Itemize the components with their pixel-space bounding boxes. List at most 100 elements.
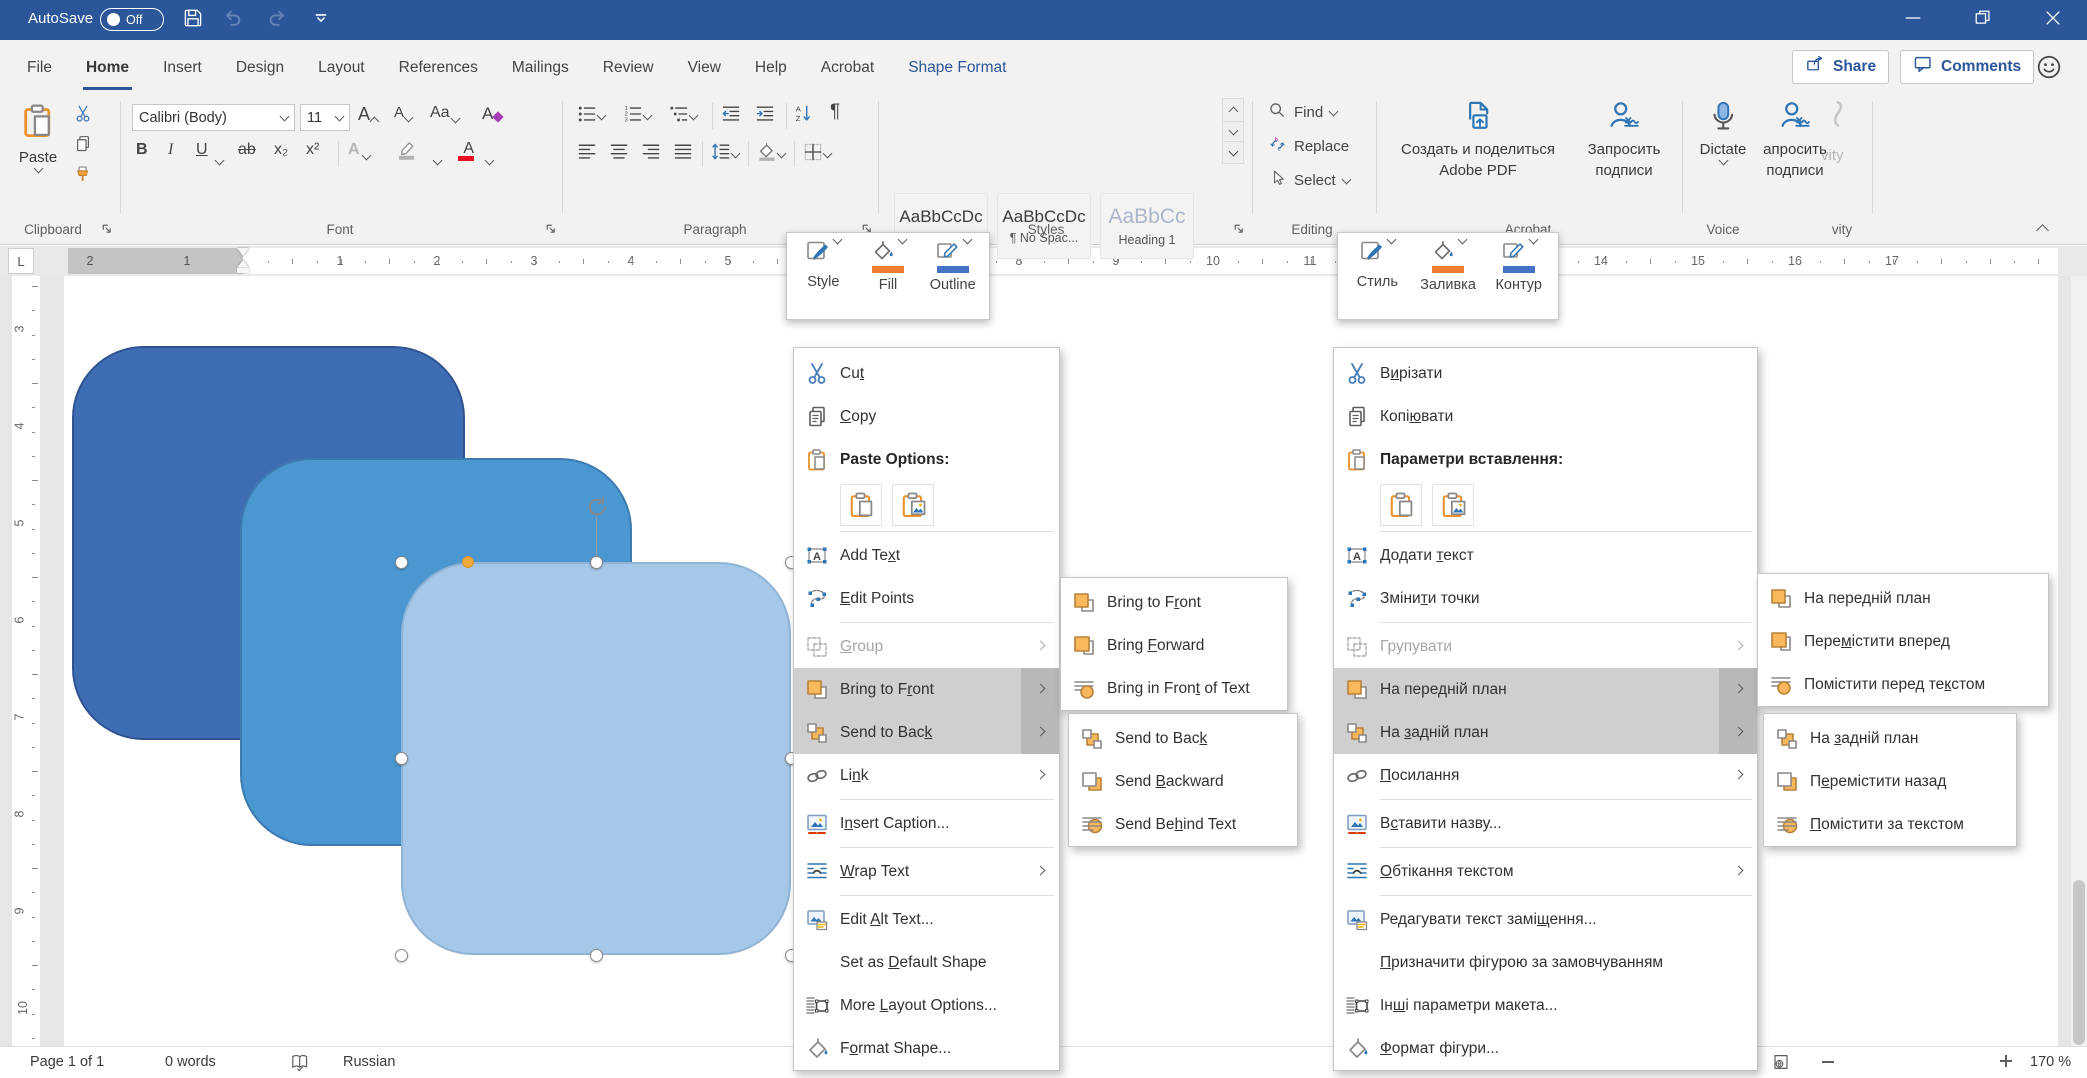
text-effects-button[interactable]: A [348,141,370,159]
tab-review[interactable]: Review [586,41,671,94]
selection-handle-0[interactable] [395,556,408,569]
request-signatures-button[interactable]: Запросить подписи [1572,99,1676,181]
web-layout-button[interactable] [1772,1053,1790,1075]
shape-adjust-handle[interactable] [462,556,474,568]
menu-item-format-shape[interactable]: Формат фігури... [1334,1027,1757,1070]
highlight-color-button[interactable] [396,139,419,167]
menu-item-bring-forward[interactable]: Bring Forward [1061,624,1287,667]
format-painter-button[interactable] [68,163,98,189]
first-line-indent-marker[interactable] [237,248,249,256]
share-button[interactable]: Share [1792,50,1889,84]
subscript-button[interactable]: x₂ [274,141,288,159]
shading-button[interactable] [756,141,785,168]
bold-button[interactable]: B [136,141,148,159]
undo-button[interactable] [218,6,248,34]
justify-button[interactable] [672,141,694,168]
tab-layout[interactable]: Layout [301,41,382,94]
tab-view[interactable]: View [671,41,738,94]
highlight-dropdown[interactable] [434,151,441,169]
selection-handle-6[interactable] [590,949,603,962]
menu-item-more-layout-options[interactable]: More Layout Options... [794,984,1059,1027]
menu-item-send-behind-text[interactable]: Помістити за текстом [1764,803,2016,846]
customize-quick-access-button[interactable] [306,6,336,34]
align-right-button[interactable] [640,141,662,168]
menu-item-bring-to-front[interactable]: Bring to Front [1061,581,1287,624]
shape-rounded-rectangle-front-selected[interactable] [401,562,791,955]
menu-item-edit-points[interactable]: Edit Points [794,577,1059,620]
increase-indent-button[interactable] [754,103,776,130]
close-button[interactable] [2024,0,2082,40]
comments-button[interactable]: Comments [1900,50,2034,84]
menu-item-add-text[interactable]: AAdd Text [794,534,1059,577]
menu-item-add-text[interactable]: AДодати текст [1334,534,1757,577]
shape-fill-button[interactable]: Fill [856,239,921,315]
font-color-button[interactable]: A [458,141,474,161]
menu-item-set-default-shape[interactable]: Призначити фігурою за замовчуванням [1334,941,1757,984]
menu-item-send-backward[interactable]: Send Backward [1069,760,1297,803]
tab-file[interactable]: File [10,41,69,94]
menu-item-set-default-shape[interactable]: Set as Default Shape [794,941,1059,984]
cut-button[interactable] [68,103,98,129]
selection-handle-3[interactable] [395,752,408,765]
feedback-smiley-button[interactable] [2036,54,2062,85]
menu-item-send-backward[interactable]: Перемістити назад [1764,760,2016,803]
zoom-level[interactable]: 170 % [2030,1054,2071,1070]
styles-dialog-launcher[interactable] [1232,222,1248,238]
menu-item-more-layout-options[interactable]: Інші параметри макета... [1334,984,1757,1027]
copy-button[interactable] [68,133,98,159]
font-dialog-launcher[interactable] [544,222,560,238]
menu-item-send-to-back[interactable]: На задній план [1334,711,1757,754]
tab-selector[interactable]: L [8,248,34,274]
numbering-button[interactable]: 123 [622,103,651,130]
tab-home[interactable]: Home [69,41,146,94]
decrease-indent-button[interactable] [720,103,742,130]
strikethrough-button[interactable]: ab [238,141,256,159]
zoom-out-button[interactable] [1822,1061,1834,1063]
language-indicator[interactable]: Russian [343,1054,395,1070]
menu-item-send-to-back[interactable]: На задній план [1764,717,2016,760]
menu-item-send-to-back[interactable]: Send to Back [794,711,1059,754]
rotate-handle[interactable] [585,494,609,523]
shape-outline-button[interactable]: Outline [920,239,985,315]
underline-dropdown[interactable] [216,151,223,169]
zoom-in-button[interactable] [2000,1055,2012,1067]
font-family-combobox[interactable]: Calibri (Body) [132,104,295,131]
menu-item-insert-caption[interactable]: Вставити назву... [1334,802,1757,845]
clipboard-dialog-launcher[interactable] [100,222,116,238]
minimize-button[interactable] [1884,0,1942,40]
menu-item-cut[interactable]: Вирізати [1334,352,1757,395]
align-left-button[interactable] [576,141,598,168]
menu-item-copy[interactable]: Копіювати [1334,395,1757,438]
select-button[interactable]: Select [1268,169,1350,192]
hanging-indent-marker[interactable] [237,260,249,268]
change-case-button[interactable]: Aa [430,104,459,122]
menu-item-paste-options[interactable]: Параметри вставлення: [1334,438,1757,481]
tab-insert[interactable]: Insert [146,41,219,94]
tab-acrobat[interactable]: Acrobat [804,41,891,94]
dictate-button[interactable]: Dictate [1692,99,1754,164]
selection-handle-5[interactable] [395,949,408,962]
request-signatures-overlap-button[interactable]: апросить подписи [1756,99,1834,181]
menu-item-bring-to-front[interactable]: На передній план [1758,577,2048,620]
collapse-ribbon-button[interactable] [2038,222,2047,240]
superscript-button[interactable]: x² [306,141,319,159]
styles-scroll-down-button[interactable] [1223,121,1243,142]
styles-scroll-up-button[interactable] [1223,99,1243,121]
grow-font-button[interactable]: A [358,104,378,125]
restore-button[interactable] [1954,0,2012,40]
menu-item-bring-in-front-of-text[interactable]: Помістити перед текстом [1758,663,2048,706]
paste-option-paste-as-picture[interactable] [1432,484,1474,526]
style-card-heading-1[interactable]: AaBbCcHeading 1 [1100,193,1194,259]
menu-item-bring-forward[interactable]: Перемістити вперед [1758,620,2048,663]
find-button[interactable]: Find [1268,101,1337,124]
selection-handle-1[interactable] [590,556,603,569]
menu-item-cut[interactable]: Cut [794,352,1059,395]
tab-mailings[interactable]: Mailings [495,41,586,94]
save-button[interactable] [178,6,208,34]
menu-item-edit-alt-text[interactable]: Edit Alt Text... [794,898,1059,941]
align-center-button[interactable] [608,141,630,168]
menu-item-link[interactable]: Посилання [1334,754,1757,797]
tab-design[interactable]: Design [219,41,301,94]
italic-button[interactable]: I [168,141,173,159]
menu-item-bring-to-front[interactable]: Bring to Front [794,668,1059,711]
